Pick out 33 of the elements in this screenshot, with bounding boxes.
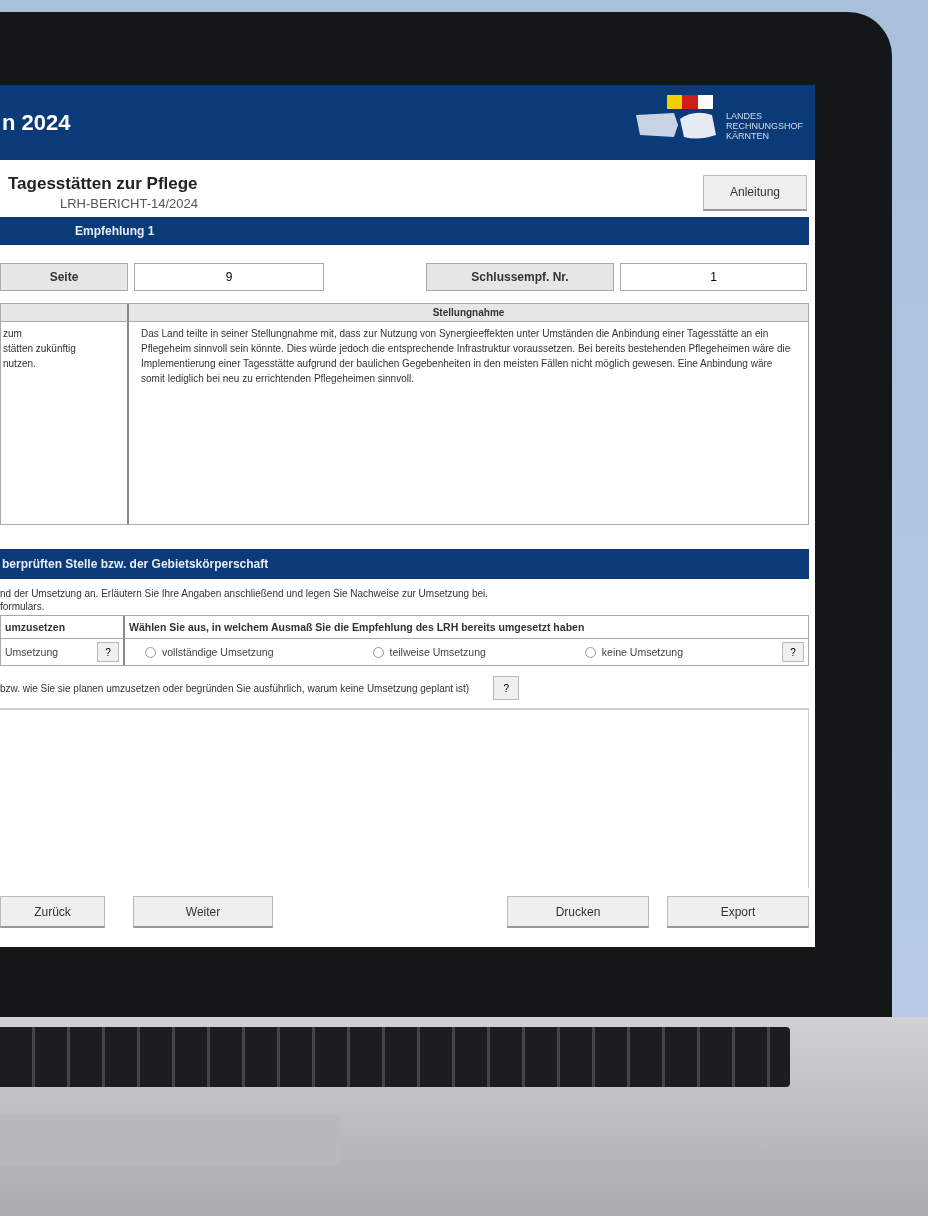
instructions-button[interactable]: Anleitung [703,174,807,211]
field-label: Schlussempf. Nr. [426,263,614,291]
help-button[interactable]: ? [782,642,804,662]
radio-button[interactable] [584,646,596,658]
column-header: umzusetzen [1,616,125,639]
flag-icon [667,94,713,109]
table-cell: zum stätten zukünftig nutzen. [1,322,129,524]
option-label[interactable]: keine Umsetzung [601,646,683,658]
help-button[interactable]: ? [97,642,119,662]
option-label[interactable]: teilweise Umsetzung [389,646,486,658]
column-header: Stellungnahme [129,304,808,322]
nav-button[interactable]: Zurück [0,896,105,928]
section-title: Empfehlung 1 [75,224,155,238]
prompt-text: bzw. wie Sie sie planen umzusetzen oder begründen Sie ausführlich, warum keine Umsetzung geplant ist) [0,682,470,694]
option-label[interactable]: vollständige Umsetzung [162,646,274,658]
nav-button[interactable]: Drucken [507,896,649,928]
radio-button[interactable] [372,646,384,658]
logo-text: LANDES RECHNUNGSHOF KÄRNTEN [726,110,803,141]
input-field[interactable]: 1 [620,263,807,291]
report-code: LRH-BERICHT-14/2024 [60,196,198,211]
input-field[interactable]: 9 [134,263,324,291]
dropdown-value[interactable]: Umsetzung [5,646,59,658]
instruction-text: nd der Umsetzung an. Erläutern Sie Ihre Angaben anschließend und legen Sie Nachweise zur Umsetzung bei. formulars. [0,587,490,614]
nav-button[interactable]: Weiter [133,896,273,928]
nav-button[interactable]: Export [667,896,809,928]
column-header: Wählen Sie aus, in welchem Ausmaß Sie die Empfehlung des LRH bereits umgesetzt haben [125,616,808,639]
header-title: n 2024 [2,109,71,136]
help-button[interactable]: ? [493,676,520,700]
section-title: berprüften Stelle bzw. der Gebietskörperschaft [2,557,269,571]
statement-text: Das Land teilte in seiner Stellungnahme mit, dass zur Nutzung von Synergieeffekten unter Umständen die Anbindung einer Tagesstätte an ein Pflegeheim sinnvoll sein könnte. Dies würde jedoch die entsprechende Infrastruktur voraussetzen. Bei bereits bestehenden Pflegeheimen wäre die Implementierung einer Tagesstätte aufgrund der baulichen Gegebenheiten in den meisten Fällen nicht möglich gewesen. Eine Anbindung wäre somit lediglich bei neu zu errichtenden Pflegeheimen sinnvoll. [140,327,792,386]
report-title: Tagesstätten zur Pflege [8,174,198,194]
field-label: Seite [0,263,128,291]
radio-button[interactable] [145,646,156,658]
